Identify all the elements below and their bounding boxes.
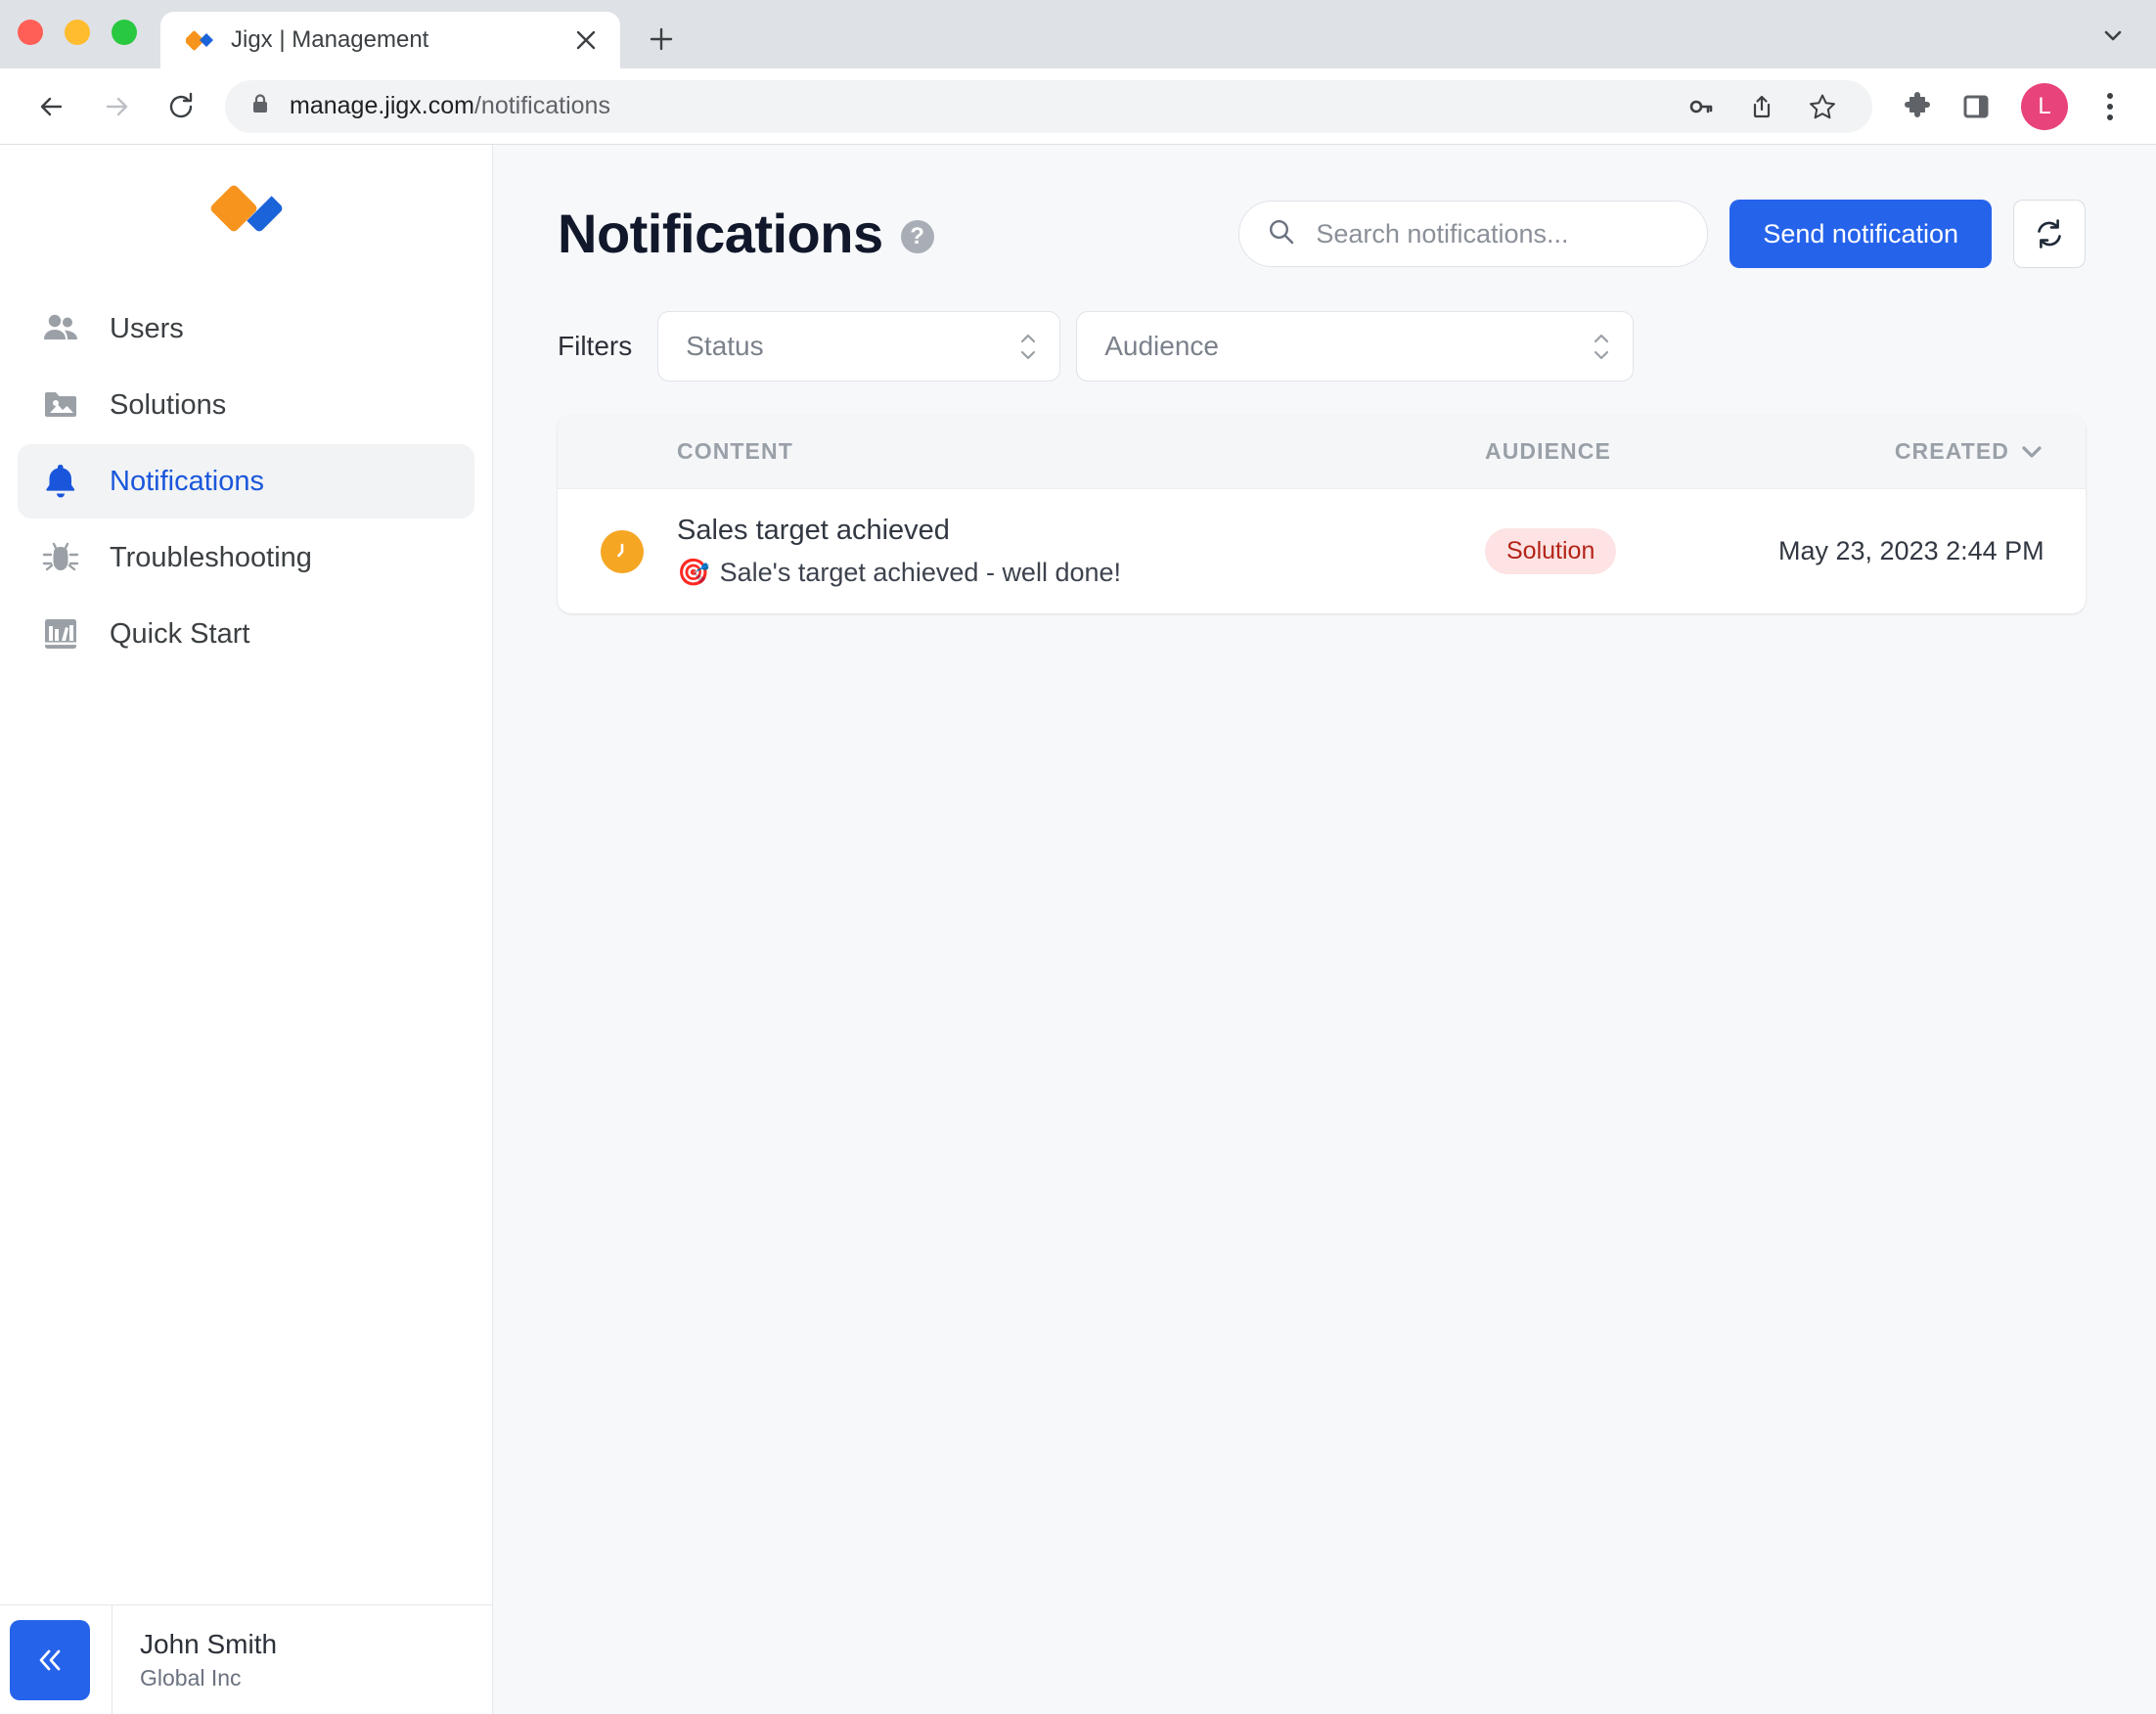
notification-title: Sales target achieved <box>677 515 950 546</box>
forward-arrow-icon[interactable] <box>86 76 147 137</box>
search-icon <box>1267 217 1296 251</box>
folder-image-icon <box>39 383 82 427</box>
filters-row: Filters Status Audience <box>558 311 2086 382</box>
page-title: Notifications <box>558 203 883 264</box>
bell-icon <box>39 460 82 503</box>
browser-toolbar: manage.jigx.com/notifications L <box>0 68 2156 145</box>
sidebar-item-label: Users <box>110 312 184 344</box>
sidebar-item-notifications[interactable]: Notifications <box>18 444 474 519</box>
status-filter-select[interactable]: Status <box>657 311 1061 382</box>
column-header-created-label: CREATED <box>1894 438 2009 464</box>
key-icon[interactable] <box>1675 80 1728 133</box>
reload-icon[interactable] <box>151 76 211 137</box>
refresh-icon[interactable] <box>2013 200 2086 268</box>
sidebar-logo[interactable] <box>0 145 492 272</box>
address-bar-url: manage.jigx.com/notifications <box>290 92 610 119</box>
user-org: Global Inc <box>140 1664 242 1691</box>
column-header-audience[interactable]: AUDIENCE <box>1485 438 1778 465</box>
app-body: Users Solutions Notifications Troublesho… <box>0 145 2156 1714</box>
bug-icon <box>39 536 82 579</box>
browser-tab-title: Jigx | Management <box>231 26 429 53</box>
notification-subtitle-line: 🎯 Sale's target achieved - well done! <box>677 557 1485 588</box>
sidebar-item-label: Quick Start <box>110 617 250 650</box>
notifications-table: CONTENT AUDIENCE CREATED Sales target ac… <box>558 415 2086 613</box>
table-row[interactable]: Sales target achieved 🎯 Sale's target ac… <box>558 489 2086 613</box>
notification-subtitle: Sale's target achieved - well done! <box>719 557 1122 587</box>
chevron-down-icon[interactable] <box>2088 10 2138 61</box>
user-name: John Smith <box>140 1628 278 1659</box>
lock-icon <box>248 92 272 120</box>
window-traffic-lights <box>18 0 160 68</box>
puzzle-piece-icon[interactable] <box>1890 79 1945 134</box>
cell-content: Sales target achieved 🎯 Sale's target ac… <box>677 515 1485 588</box>
sidebar-item-label: Troubleshooting <box>110 541 312 573</box>
sidebar-footer: John Smith Global Inc <box>0 1604 492 1714</box>
table-header-row: CONTENT AUDIENCE CREATED <box>558 415 2086 489</box>
close-icon[interactable] <box>567 22 605 59</box>
double-chevron-left-icon[interactable] <box>10 1619 90 1700</box>
sidebar-item-label: Solutions <box>110 388 227 421</box>
up-down-chevron-icon <box>1592 334 1611 360</box>
cell-audience: Solution <box>1485 528 1778 574</box>
question-mark-icon[interactable]: ? <box>900 220 934 253</box>
clock-icon <box>601 529 644 573</box>
column-header-content[interactable]: CONTENT <box>601 438 1485 465</box>
main-content: Notifications ? Send notification <box>493 145 2156 1714</box>
sidebar-item-troubleshooting[interactable]: Troubleshooting <box>18 520 474 595</box>
sidebar-user-info[interactable]: John Smith Global Inc <box>112 1604 492 1714</box>
maximize-window-button[interactable] <box>112 20 137 45</box>
search-notifications-box[interactable] <box>1238 201 1709 267</box>
sidebar-item-users[interactable]: Users <box>18 292 474 366</box>
search-input[interactable] <box>1316 218 1681 249</box>
browser-tab[interactable]: Jigx | Management <box>160 12 620 68</box>
back-arrow-icon[interactable] <box>22 76 82 137</box>
jigx-logo-icon <box>184 25 215 55</box>
three-dot-menu-icon[interactable] <box>2086 79 2134 134</box>
page-header: Notifications ? Send notification <box>558 192 2086 276</box>
browser-window: Jigx | Management manage.jigx.com/notifi… <box>0 0 2156 1714</box>
address-bar[interactable]: manage.jigx.com/notifications <box>225 79 1872 133</box>
status-badge: Solution <box>1485 528 1617 574</box>
new-tab-button[interactable] <box>634 12 689 67</box>
sidebar-item-solutions[interactable]: Solutions <box>18 368 474 442</box>
bookshelf-icon <box>39 612 82 655</box>
chevron-down-icon <box>2021 438 2043 465</box>
minimize-window-button[interactable] <box>65 20 90 45</box>
filters-label: Filters <box>558 331 633 361</box>
jigx-logo <box>208 183 277 234</box>
profile-avatar[interactable]: L <box>2021 82 2068 130</box>
sidebar-item-label: Notifications <box>110 465 264 497</box>
share-icon[interactable] <box>1735 80 1788 133</box>
omnibox-actions <box>1675 80 1849 133</box>
target-emoji-icon: 🎯 <box>677 558 710 587</box>
send-notification-button[interactable]: Send notification <box>1729 200 1992 268</box>
cell-created: May 23, 2023 2:44 PM <box>1778 536 2044 565</box>
audience-filter-value: Audience <box>1104 331 1219 361</box>
column-header-created[interactable]: CREATED <box>1778 438 2043 465</box>
close-window-button[interactable] <box>18 20 43 45</box>
star-icon[interactable] <box>1796 80 1849 133</box>
audience-filter-select[interactable]: Audience <box>1076 311 1635 382</box>
sidebar-nav: Users Solutions Notifications Troublesho… <box>0 272 492 671</box>
up-down-chevron-icon <box>1018 334 1038 360</box>
browser-tab-strip: Jigx | Management <box>0 0 2156 68</box>
sidebar-item-quick-start[interactable]: Quick Start <box>18 597 474 671</box>
app-sidebar: Users Solutions Notifications Troublesho… <box>0 145 493 1714</box>
status-filter-value: Status <box>686 331 764 361</box>
users-icon <box>39 307 82 350</box>
side-panel-icon[interactable] <box>1949 79 2003 134</box>
